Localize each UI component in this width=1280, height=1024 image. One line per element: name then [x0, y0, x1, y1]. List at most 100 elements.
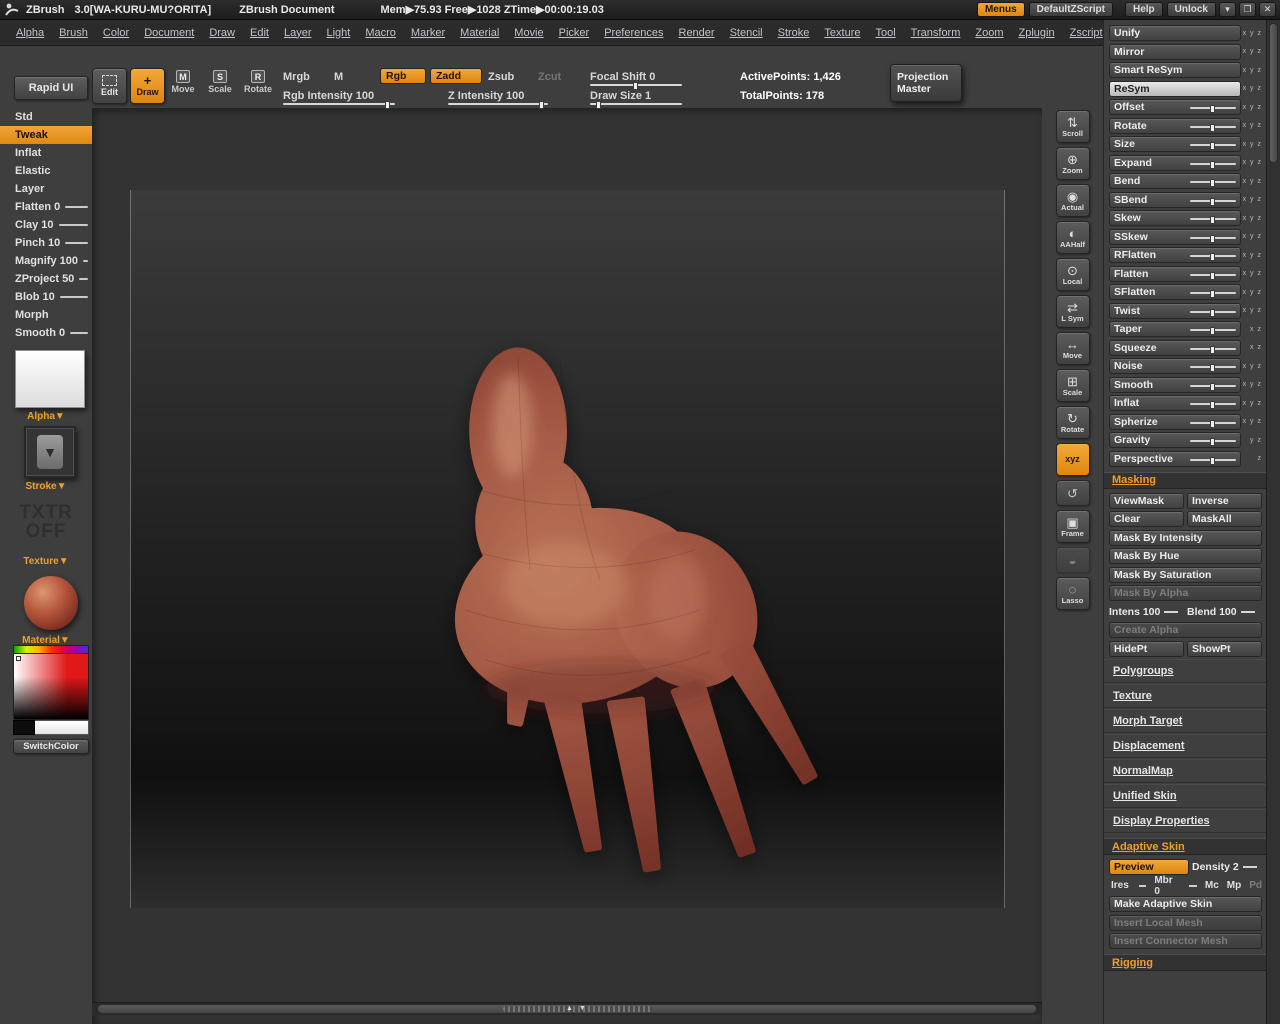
axes-toggle[interactable]: x y z	[1241, 252, 1262, 259]
menu-item[interactable]: Material	[460, 27, 499, 39]
unlock-button[interactable]: Unlock	[1166, 2, 1216, 17]
saturation-value-box[interactable]	[13, 654, 89, 720]
axes-toggle[interactable]: z	[1241, 455, 1262, 462]
brush-row[interactable]: Smooth 0	[0, 324, 92, 342]
deform-slider[interactable]: Inflat	[1109, 395, 1241, 411]
palette-section-link[interactable]: Display Properties	[1104, 809, 1266, 833]
deform-slider-track[interactable]	[1190, 234, 1236, 243]
transform-button[interactable]: ⇅ Scroll	[1055, 110, 1090, 143]
adaptive-skin-section-header[interactable]: Adaptive Skin	[1104, 838, 1266, 855]
deform-slider-track[interactable]	[1190, 401, 1236, 409]
deform-slider[interactable]: SFlatten	[1109, 284, 1241, 300]
brush-row[interactable]: Pinch 10	[0, 234, 92, 252]
texture-off-thumbnail[interactable]: TXTR OFF	[0, 503, 92, 541]
deform-slider[interactable]: SBend	[1109, 191, 1241, 208]
zsub-toggle[interactable]: Zsub	[488, 71, 514, 83]
palette-section-link[interactable]: NormalMap	[1104, 759, 1266, 783]
deform-button[interactable]: ReSym	[1109, 80, 1241, 97]
deform-slider[interactable]: Offset	[1109, 99, 1241, 115]
axes-toggle[interactable]: x y z	[1241, 67, 1262, 74]
axes-toggle[interactable]: x y z	[1241, 418, 1262, 425]
deform-button[interactable]: Unify	[1109, 25, 1241, 41]
mbr-slider[interactable]: Mbr 0	[1154, 875, 1179, 897]
deform-slider-track[interactable]	[1190, 142, 1236, 150]
deform-slider-track[interactable]	[1190, 271, 1236, 280]
brush-value-slider[interactable]	[65, 206, 88, 208]
menu-item[interactable]: Render	[679, 27, 715, 39]
transform-button[interactable]: ⊙ Local	[1055, 258, 1090, 291]
menu-item[interactable]: Texture	[824, 27, 860, 39]
deform-slider-track[interactable]	[1190, 382, 1236, 391]
deform-slider[interactable]: Taper	[1109, 321, 1241, 337]
deform-slider[interactable]: Twist	[1109, 302, 1241, 319]
deform-slider-track[interactable]	[1190, 105, 1236, 113]
alpha-thumbnail[interactable]	[15, 350, 85, 408]
deform-slider-track[interactable]	[1190, 308, 1236, 317]
deform-slider[interactable]: Smooth	[1109, 376, 1241, 393]
menu-item[interactable]: Color	[103, 27, 129, 39]
transform-button[interactable]: ↻ Rotate	[1055, 406, 1090, 439]
menu-item[interactable]: Document	[144, 27, 194, 39]
axes-toggle[interactable]: x y z	[1241, 400, 1262, 407]
axes-toggle[interactable]: x y z	[1241, 233, 1262, 240]
deform-slider-track[interactable]	[1190, 253, 1236, 261]
menu-item[interactable]: Brush	[59, 27, 88, 39]
minimize-icon[interactable]: ▾	[1219, 2, 1236, 17]
scrollbar-arrows-icon[interactable]: ▲ ▼	[566, 1005, 588, 1012]
projection-master-button[interactable]: Projection Master	[890, 64, 962, 102]
preview-button[interactable]: Preview	[1109, 859, 1189, 875]
rgb-intensity-slider[interactable]: Rgb Intensity 100	[283, 90, 374, 102]
brush-value-slider[interactable]	[79, 278, 88, 280]
brush-row[interactable]: Inflat	[0, 144, 92, 162]
zadd-toggle[interactable]: Zadd	[430, 68, 482, 84]
brush-row[interactable]: Tweak	[0, 126, 92, 144]
menus-button[interactable]: Menus	[976, 2, 1025, 17]
deform-slider[interactable]: SSkew	[1109, 228, 1241, 245]
palette-section-link[interactable]: Polygroups	[1104, 659, 1266, 683]
stroke-thumbnail[interactable]: ▼	[24, 426, 76, 478]
horizontal-scrollbar-track[interactable]: ▲ ▼	[98, 1005, 1036, 1013]
palette-section-link[interactable]: Displacement	[1104, 734, 1266, 758]
mrgb-toggle[interactable]: Mrgb	[283, 71, 310, 83]
deform-slider[interactable]: Perspective	[1109, 450, 1241, 467]
rotate-button[interactable]: R Rotate	[243, 70, 273, 94]
brush-row[interactable]: Layer	[0, 180, 92, 198]
deform-slider-track[interactable]	[1190, 327, 1236, 335]
density-slider[interactable]: Density 2	[1192, 859, 1262, 875]
right-scrollbar-thumb[interactable]	[1269, 23, 1278, 163]
deform-slider-track[interactable]	[1190, 438, 1236, 446]
primary-color-swatch[interactable]	[35, 720, 89, 735]
mp-toggle[interactable]: Mp	[1227, 880, 1241, 891]
deform-button[interactable]: Mirror	[1109, 43, 1241, 60]
axes-toggle[interactable]: x y z	[1241, 85, 1262, 92]
transform-button[interactable]: ⊕ Zoom	[1055, 147, 1090, 180]
menu-item[interactable]: Tool	[875, 27, 895, 39]
deform-slider-track[interactable]	[1190, 197, 1236, 206]
close-icon[interactable]: ✕	[1259, 2, 1276, 17]
restore-icon[interactable]: ❐	[1239, 2, 1256, 17]
deform-slider-track[interactable]	[1190, 160, 1236, 169]
menu-item[interactable]: Stencil	[730, 27, 763, 39]
clear-button[interactable]: Clear	[1109, 511, 1184, 527]
axes-toggle[interactable]: x y z	[1241, 104, 1262, 111]
axes-toggle[interactable]: y z	[1241, 437, 1262, 444]
deform-slider[interactable]: Size	[1109, 136, 1241, 152]
help-button[interactable]: Help	[1124, 2, 1163, 17]
menu-item[interactable]: Preferences	[604, 27, 663, 39]
transform-button[interactable]: ◒	[1055, 547, 1090, 573]
transform-button[interactable]: ↔ Move	[1055, 332, 1090, 365]
mask-by-intensity-button[interactable]: Mask By Intensity	[1109, 529, 1262, 546]
texture-selector[interactable]: Texture▼	[0, 556, 92, 567]
menu-item[interactable]: Edit	[250, 27, 269, 39]
transform-button[interactable]: ◐ AAHalf	[1055, 221, 1090, 254]
deform-slider-track[interactable]	[1190, 456, 1236, 465]
alpha-selector[interactable]: Alpha▼	[0, 411, 92, 422]
rgb-intensity-track[interactable]	[283, 101, 395, 109]
deform-slider[interactable]: Noise	[1109, 358, 1241, 374]
focal-shift-slider[interactable]: Focal Shift 0	[590, 71, 655, 83]
deform-slider[interactable]: Bend	[1109, 173, 1241, 189]
menu-item[interactable]: Transform	[911, 27, 961, 39]
canvas-area[interactable]: ▲ ▼	[92, 108, 1042, 1024]
m-toggle[interactable]: M	[334, 71, 343, 83]
deform-slider[interactable]: Spherize	[1109, 413, 1241, 430]
